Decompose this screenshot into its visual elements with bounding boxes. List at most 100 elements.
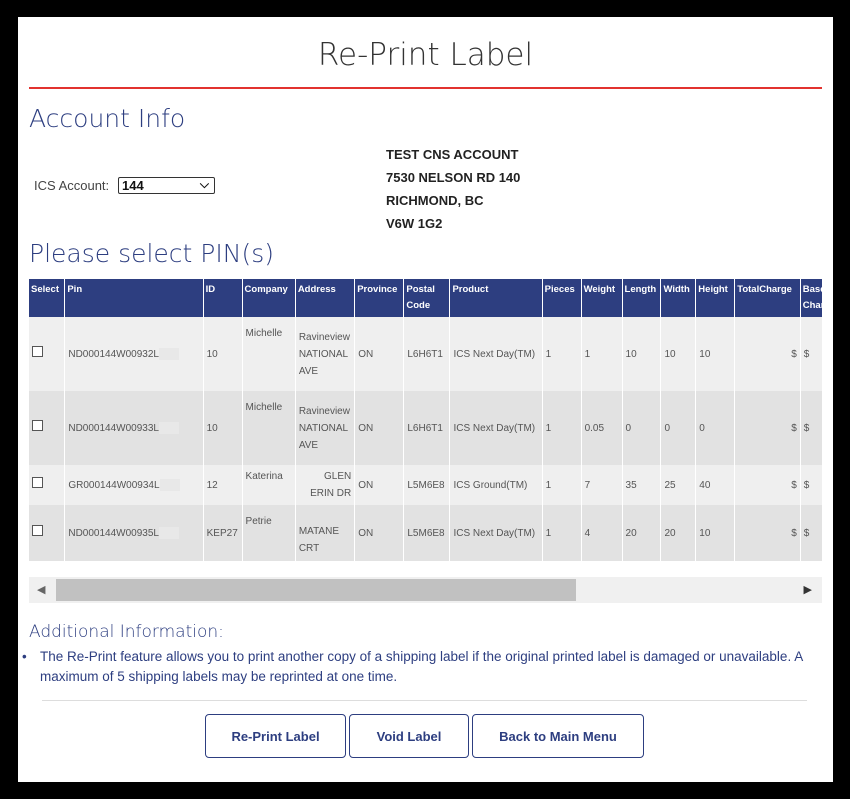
total-charge-cell: $: [734, 317, 801, 391]
province-cell: ON: [354, 391, 405, 465]
column-header-base-charge[interactable]: Base Charge: [800, 279, 822, 317]
column-header-select[interactable]: Select: [29, 279, 66, 317]
length-cell: 10: [622, 317, 662, 391]
pieces-cell: 1: [542, 505, 582, 561]
row-checkbox[interactable]: [32, 476, 43, 488]
postal-cell: L5M6E8: [403, 505, 451, 561]
province-cell: ON: [354, 505, 405, 561]
row-checkbox[interactable]: [32, 524, 43, 536]
column-header-id[interactable]: ID: [203, 279, 243, 317]
divider: [42, 700, 807, 701]
reprint-panel: Re-Print Label Account Info ICS Account:…: [18, 17, 833, 782]
total-charge-cell: $: [734, 465, 801, 505]
pin-cell: ND000144W00932L: [64, 317, 204, 391]
ics-account-label: ICS Account:: [34, 178, 110, 193]
redacted-area: [158, 421, 179, 434]
base-charge-cell: $: [800, 391, 822, 465]
triangle-right-icon[interactable]: ▶: [804, 583, 812, 596]
id-cell: KEP27: [203, 505, 243, 561]
address-cell: Ravineview NATIONAL AVE: [295, 391, 356, 465]
column-header-height[interactable]: Height: [695, 279, 736, 317]
length-cell: 20: [622, 505, 662, 561]
province-cell: ON: [354, 465, 405, 505]
row-checkbox[interactable]: [32, 345, 43, 357]
additional-info-text: The Re-Print feature allows you to print…: [40, 649, 803, 684]
bullet-icon: •: [22, 649, 27, 664]
column-header-postal-code[interactable]: Postal Code: [403, 279, 451, 317]
row-checkbox[interactable]: [32, 419, 43, 431]
pieces-cell: 1: [542, 465, 582, 505]
additional-info-heading: Additional Information:: [29, 622, 224, 642]
postal-cell: L6H6T1: [403, 317, 451, 391]
product-cell: ICS Next Day(TM): [449, 391, 543, 465]
select-cell: [29, 465, 66, 505]
width-cell: 25: [660, 465, 697, 505]
reprint-label-button[interactable]: Re-Print Label: [205, 714, 346, 758]
id-cell: 12: [203, 465, 243, 505]
ics-account-select[interactable]: 144 ⌵: [118, 177, 215, 194]
width-cell: 0: [660, 391, 697, 465]
address-line: 7530 NELSON RD 140: [386, 170, 521, 185]
base-charge-cell: $: [800, 505, 822, 561]
pin-value: ND000144W00933L: [68, 422, 159, 434]
total-charge-cell: $: [734, 391, 801, 465]
select-pins-heading: Please select PIN(s): [29, 239, 274, 268]
product-cell: ICS Ground(TM): [449, 465, 543, 505]
select-cell: [29, 505, 66, 561]
column-header-province[interactable]: Province: [354, 279, 405, 317]
select-cell: [29, 391, 66, 465]
page-title: Re-Print Label: [317, 37, 534, 73]
chevron-down-icon: ⌵: [199, 177, 209, 191]
ics-account-value: 144: [122, 178, 144, 193]
length-cell: 0: [622, 391, 662, 465]
column-header-weight[interactable]: Weight: [581, 279, 623, 317]
pin-value: ND000144W00932L: [68, 348, 159, 360]
postal-cell: L6H6T1: [403, 391, 451, 465]
account-info-heading: Account Info: [29, 104, 186, 133]
id-cell: 10: [203, 391, 243, 465]
address-cell: Ravineview NATIONAL AVE: [295, 317, 356, 391]
weight-cell: 1: [581, 317, 623, 391]
base-charge-cell: $: [800, 317, 822, 391]
address-cell: GLEN ERIN DR: [295, 465, 356, 505]
account-address: TEST CNS ACCOUNT 7530 NELSON RD 140 RICH…: [386, 143, 520, 235]
weight-cell: 0.05: [581, 391, 623, 465]
width-cell: 10: [660, 317, 697, 391]
height-cell: 10: [695, 317, 736, 391]
address-cell: MATANE CRT: [295, 505, 356, 561]
pins-table-container: Select Pin ID Company Address Province P…: [29, 279, 822, 564]
column-header-total-charge[interactable]: TotalCharge: [734, 279, 801, 317]
address-line: RICHMOND, BC: [386, 193, 484, 208]
column-header-width[interactable]: Width: [660, 279, 697, 317]
weight-cell: 4: [581, 505, 623, 561]
select-cell: [29, 317, 66, 391]
column-header-pieces[interactable]: Pieces: [542, 279, 582, 317]
pin-cell: ND000144W00935L: [64, 505, 204, 561]
company-cell: Michelle: [242, 391, 296, 465]
province-cell: ON: [354, 317, 405, 391]
table-row: GR000144W00934L 12 Katerina GLEN ERIN DR…: [29, 465, 822, 505]
pin-value: ND000144W00935L: [68, 527, 159, 539]
redacted-area: [158, 347, 179, 360]
pin-cell: ND000144W00933L: [64, 391, 204, 465]
column-header-company[interactable]: Company: [242, 279, 296, 317]
company-cell: Katerina: [242, 465, 296, 505]
product-cell: ICS Next Day(TM): [449, 317, 543, 391]
base-charge-cell: $: [800, 465, 822, 505]
horizontal-scrollbar[interactable]: ◀ ▶: [29, 577, 822, 603]
pieces-cell: 1: [542, 391, 582, 465]
column-header-pin[interactable]: Pin: [64, 279, 204, 317]
height-cell: 0: [695, 391, 736, 465]
triangle-left-icon[interactable]: ◀: [37, 583, 45, 596]
table-row: ND000144W00933L 10 Michelle Ravineview N…: [29, 391, 822, 465]
back-to-main-menu-button[interactable]: Back to Main Menu: [472, 714, 644, 758]
weight-cell: 7: [581, 465, 623, 505]
height-cell: 40: [695, 465, 736, 505]
id-cell: 10: [203, 317, 243, 391]
pins-table: Select Pin ID Company Address Province P…: [29, 279, 822, 561]
void-label-button[interactable]: Void Label: [349, 714, 469, 758]
scrollbar-thumb[interactable]: [56, 579, 576, 601]
column-header-length[interactable]: Length: [622, 279, 662, 317]
column-header-product[interactable]: Product: [449, 279, 543, 317]
column-header-address[interactable]: Address: [295, 279, 356, 317]
